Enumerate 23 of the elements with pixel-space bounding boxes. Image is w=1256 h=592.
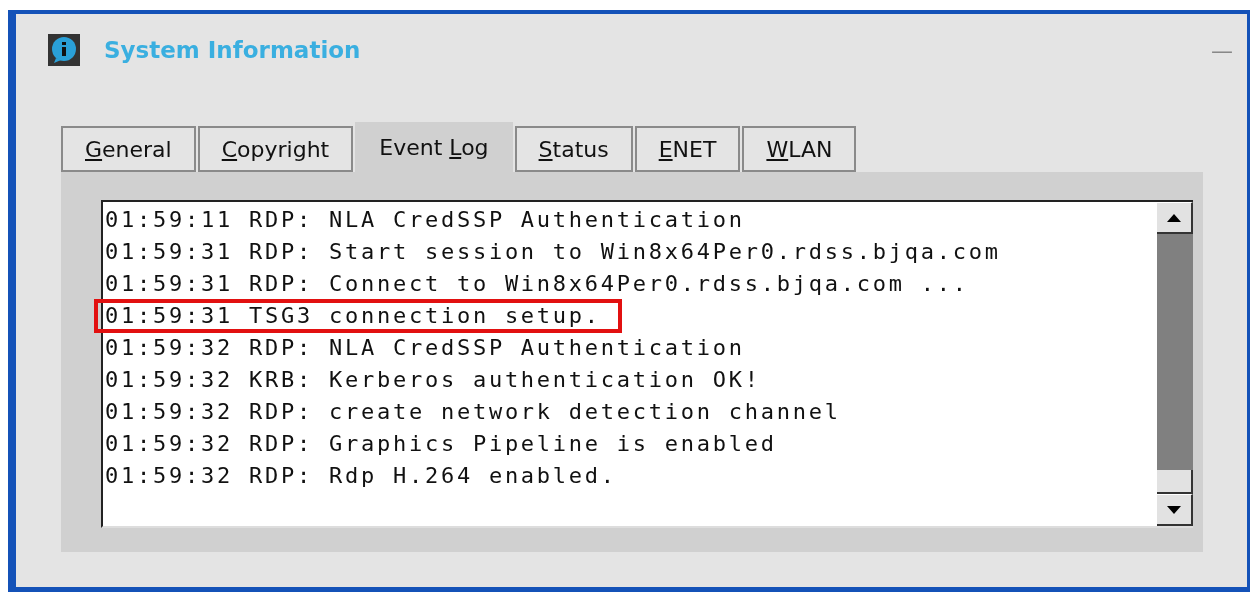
scroll-up-button[interactable] [1157, 202, 1193, 234]
log-line: 01:59:31 RDP: Start session to Win8x64Per0.rdss.bjqa.com [104, 238, 1001, 266]
scroll-down-button[interactable] [1157, 494, 1193, 526]
log-line: 01:59:11 RDP: NLA CredSSP Authentication [104, 206, 745, 234]
log-line: 01:59:32 KRB: Kerberos authentication OK! [104, 366, 761, 394]
log-line: 01:59:32 RDP: Graphics Pipeline is enabled [104, 430, 777, 458]
tab[interactable]: Copyright [197, 126, 354, 172]
scrollbar[interactable] [1157, 202, 1193, 526]
log-line: 01:59:32 RDP: create network detection channel [104, 398, 841, 426]
log-line: 01:59:32 RDP: Rdp H.264 enabled. [104, 462, 617, 490]
triangle-up-icon [1167, 213, 1181, 222]
log-line: 01:59:32 RDP: NLA CredSSP Authentication [104, 334, 745, 362]
tab[interactable]: General [61, 126, 196, 172]
tab[interactable]: Status [514, 126, 633, 172]
scroll-thumb[interactable] [1157, 470, 1193, 494]
window-title: System Information [104, 37, 362, 63]
log-line: 01:59:31 RDP: Connect to Win8x64Per0.rdss.bjqa.com ... [104, 270, 969, 298]
tab[interactable]: WLAN [742, 126, 857, 172]
tab[interactable]: Event Log [355, 122, 513, 172]
tab[interactable]: ENET [634, 126, 741, 172]
triangle-down-icon [1167, 505, 1181, 514]
info-icon [48, 34, 80, 66]
highlighted-log-line: 01:59:31 TSG3 connection setup. [95, 300, 621, 332]
